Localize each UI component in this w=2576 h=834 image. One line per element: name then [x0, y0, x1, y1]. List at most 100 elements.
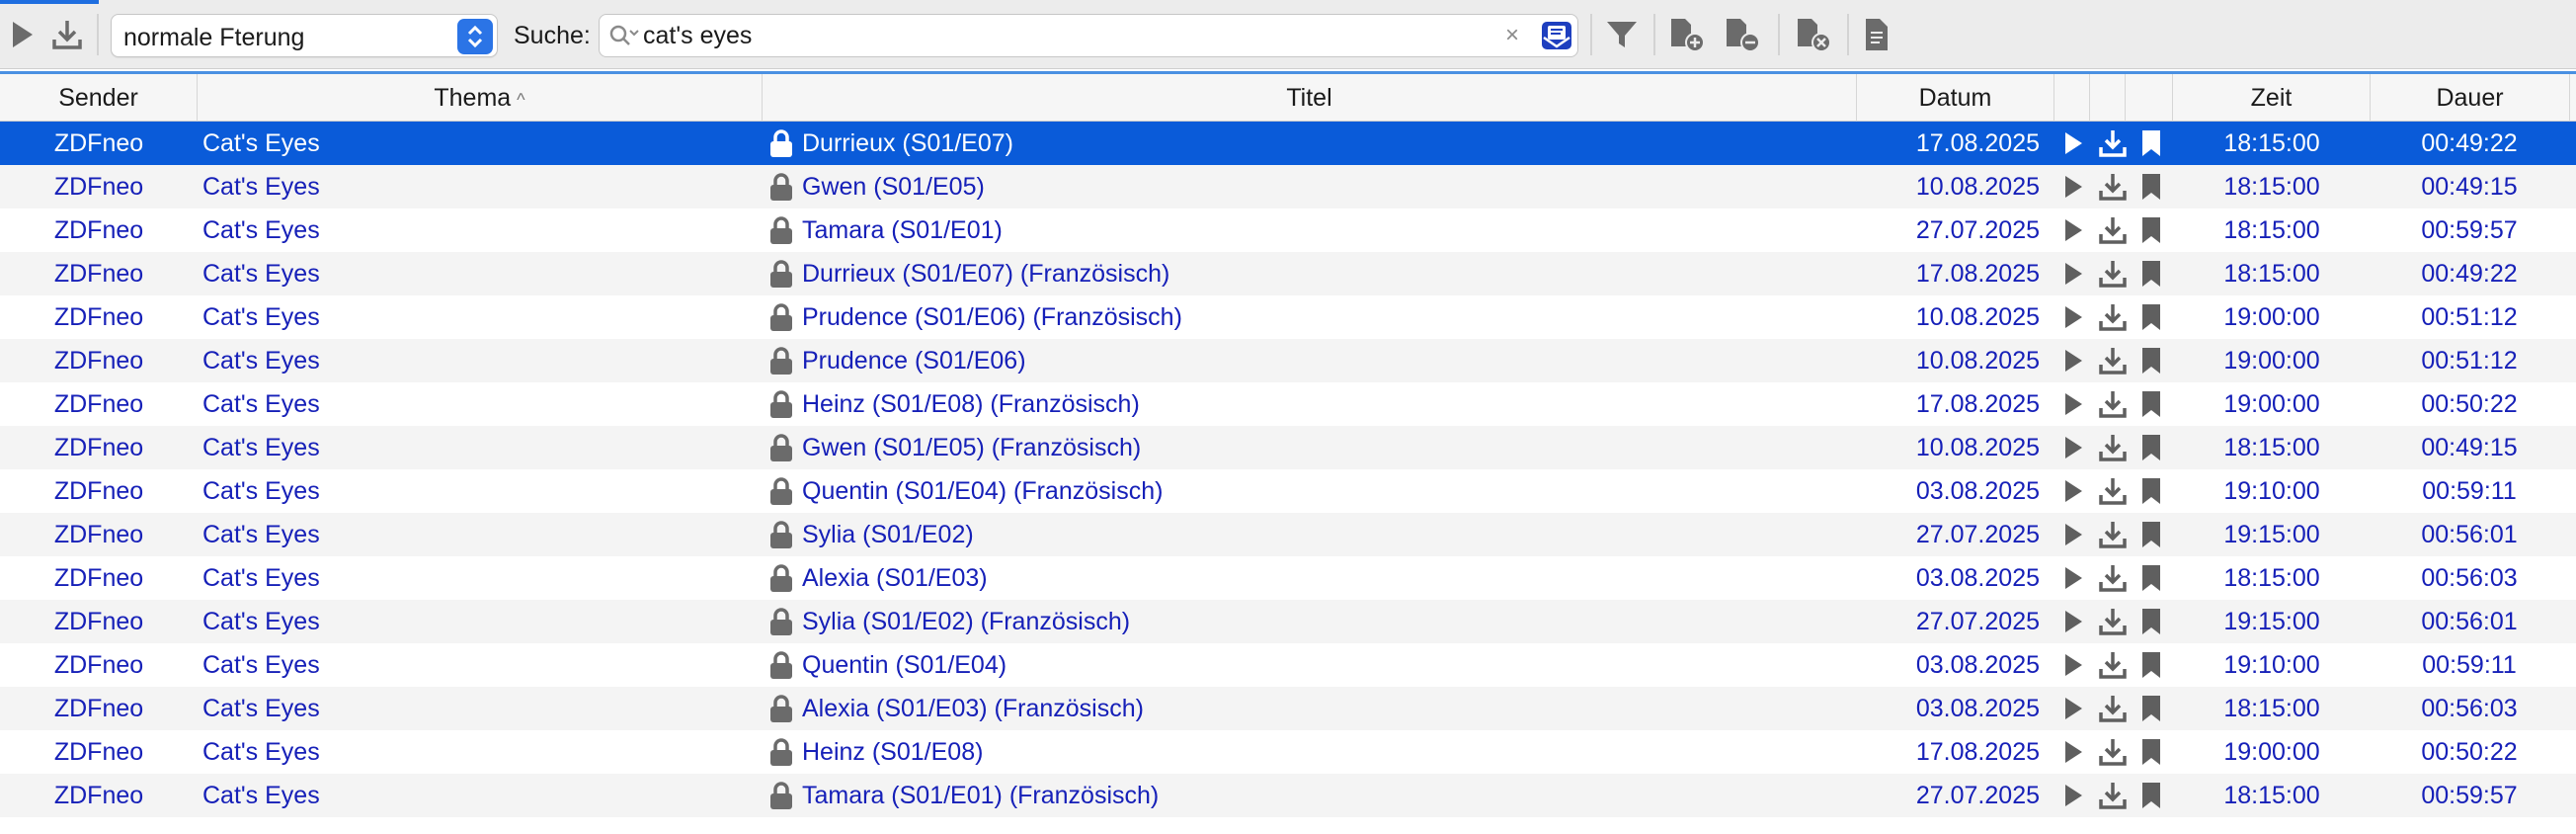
cell-thema: Cat's Eyes — [202, 347, 320, 375]
remove-from-list-button[interactable] — [1723, 14, 1762, 55]
cell-sender: ZDFneo — [53, 434, 144, 461]
row-play-button[interactable] — [2056, 730, 2090, 774]
row-bookmark-button[interactable] — [2134, 513, 2168, 556]
column-header-sender[interactable]: Sender — [0, 74, 198, 122]
table-row[interactable]: ZDFneo Cat's Eyes Tamara (S01/E01) 27.07… — [0, 208, 2576, 252]
row-play-button[interactable] — [2056, 469, 2090, 513]
download-button[interactable] — [47, 14, 87, 55]
row-play-button[interactable] — [2056, 643, 2090, 687]
row-bookmark-button[interactable] — [2134, 382, 2168, 426]
search-icon[interactable] — [607, 23, 641, 55]
row-bookmark-button[interactable] — [2134, 122, 2168, 165]
play-button[interactable] — [2, 14, 41, 55]
delete-from-list-button[interactable] — [1794, 14, 1833, 55]
row-download-button[interactable] — [2096, 339, 2130, 382]
row-download-button[interactable] — [2096, 469, 2130, 513]
column-header-datum[interactable]: Datum — [1857, 74, 2054, 122]
column-header-dauer[interactable]: Dauer — [2371, 74, 2570, 122]
row-download-button[interactable] — [2096, 643, 2130, 687]
row-play-button[interactable] — [2056, 426, 2090, 469]
row-bookmark-button[interactable] — [2134, 730, 2168, 774]
table-row[interactable]: ZDFneo Cat's Eyes Alexia (S01/E03) 03.08… — [0, 556, 2576, 600]
cell-sender: ZDFneo — [53, 477, 144, 505]
row-bookmark-button[interactable] — [2134, 165, 2168, 208]
lock-icon — [770, 129, 792, 157]
filter-select[interactable]: normale Fterung — [111, 14, 498, 57]
cell-datum: 17.08.2025 — [1915, 129, 2040, 157]
table-row[interactable]: ZDFneo Cat's Eyes Sylia (S01/E02) (Franz… — [0, 600, 2576, 643]
row-bookmark-button[interactable] — [2134, 252, 2168, 295]
row-bookmark-button[interactable] — [2134, 600, 2168, 643]
cell-sender: ZDFneo — [53, 738, 144, 766]
row-play-button[interactable] — [2056, 252, 2090, 295]
cell-datum: 10.08.2025 — [1915, 434, 2040, 461]
column-header-download[interactable] — [2090, 74, 2126, 122]
row-bookmark-button[interactable] — [2134, 687, 2168, 730]
row-download-button[interactable] — [2096, 556, 2130, 600]
search-field[interactable]: × — [599, 14, 1578, 57]
row-play-button[interactable] — [2056, 513, 2090, 556]
lock-icon — [770, 173, 792, 201]
row-play-button[interactable] — [2056, 165, 2090, 208]
description-button[interactable] — [1857, 14, 1896, 55]
table-row[interactable]: ZDFneo Cat's Eyes Heinz (S01/E08) 17.08.… — [0, 730, 2576, 774]
search-input[interactable] — [643, 21, 1512, 50]
table-row[interactable]: ZDFneo Cat's Eyes Sylia (S01/E02) 27.07.… — [0, 513, 2576, 556]
bookmark-icon — [2142, 130, 2160, 156]
titel-text: Prudence (S01/E06) — [802, 347, 1026, 375]
row-bookmark-button[interactable] — [2134, 774, 2168, 817]
row-download-button[interactable] — [2096, 687, 2130, 730]
titel-text: Heinz (S01/E08) — [802, 738, 984, 766]
row-bookmark-button[interactable] — [2134, 295, 2168, 339]
column-header-bookmark[interactable] — [2126, 74, 2173, 122]
row-download-button[interactable] — [2096, 208, 2130, 252]
row-play-button[interactable] — [2056, 339, 2090, 382]
table-row[interactable]: ZDFneo Cat's Eyes Quentin (S01/E04) (Fra… — [0, 469, 2576, 513]
filter-button[interactable] — [1602, 14, 1642, 55]
table-row[interactable]: ZDFneo Cat's Eyes Prudence (S01/E06) 10.… — [0, 339, 2576, 382]
row-bookmark-button[interactable] — [2134, 208, 2168, 252]
search-mode-button[interactable] — [1538, 17, 1575, 54]
row-bookmark-button[interactable] — [2134, 339, 2168, 382]
table-row[interactable]: ZDFneo Cat's Eyes Durrieux (S01/E07) 17.… — [0, 122, 2576, 165]
row-download-button[interactable] — [2096, 382, 2130, 426]
table-row[interactable]: ZDFneo Cat's Eyes Quentin (S01/E04) 03.0… — [0, 643, 2576, 687]
row-play-button[interactable] — [2056, 295, 2090, 339]
clear-search-icon[interactable]: × — [1500, 23, 1524, 48]
row-download-button[interactable] — [2096, 513, 2130, 556]
row-bookmark-button[interactable] — [2134, 556, 2168, 600]
table-row[interactable]: ZDFneo Cat's Eyes Gwen (S01/E05) (Franzö… — [0, 426, 2576, 469]
row-download-button[interactable] — [2096, 774, 2130, 817]
row-bookmark-button[interactable] — [2134, 643, 2168, 687]
row-play-button[interactable] — [2056, 122, 2090, 165]
row-download-button[interactable] — [2096, 122, 2130, 165]
table-row[interactable]: ZDFneo Cat's Eyes Tamara (S01/E01) (Fran… — [0, 774, 2576, 817]
row-play-button[interactable] — [2056, 774, 2090, 817]
row-bookmark-button[interactable] — [2134, 426, 2168, 469]
column-header-zeit[interactable]: Zeit — [2173, 74, 2371, 122]
row-download-button[interactable] — [2096, 600, 2130, 643]
table-row[interactable]: ZDFneo Cat's Eyes Gwen (S01/E05) 10.08.2… — [0, 165, 2576, 208]
cell-zeit: 19:10:00 — [2223, 477, 2320, 505]
row-download-button[interactable] — [2096, 165, 2130, 208]
row-play-button[interactable] — [2056, 600, 2090, 643]
row-download-button[interactable] — [2096, 730, 2130, 774]
row-bookmark-button[interactable] — [2134, 469, 2168, 513]
row-download-button[interactable] — [2096, 252, 2130, 295]
column-header-play[interactable] — [2054, 74, 2090, 122]
column-header-titel[interactable]: Titel — [763, 74, 1857, 122]
toolbar: normale Fterung Suche: × — [0, 0, 2576, 69]
row-play-button[interactable] — [2056, 208, 2090, 252]
table-row[interactable]: ZDFneo Cat's Eyes Alexia (S01/E03) (Fran… — [0, 687, 2576, 730]
table-row[interactable]: ZDFneo Cat's Eyes Durrieux (S01/E07) (Fr… — [0, 252, 2576, 295]
row-play-button[interactable] — [2056, 687, 2090, 730]
row-download-button[interactable] — [2096, 295, 2130, 339]
row-play-button[interactable] — [2056, 556, 2090, 600]
add-to-list-button[interactable] — [1667, 14, 1707, 55]
chevron-updown-icon[interactable] — [457, 19, 493, 54]
column-header-thema[interactable]: Thema ^ — [198, 74, 763, 122]
row-download-button[interactable] — [2096, 426, 2130, 469]
table-row[interactable]: ZDFneo Cat's Eyes Heinz (S01/E08) (Franz… — [0, 382, 2576, 426]
table-row[interactable]: ZDFneo Cat's Eyes Prudence (S01/E06) (Fr… — [0, 295, 2576, 339]
row-play-button[interactable] — [2056, 382, 2090, 426]
